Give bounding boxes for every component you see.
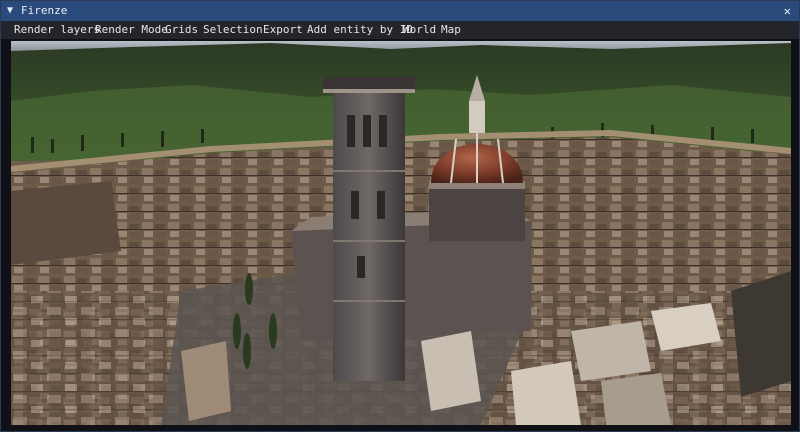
- menu-add-entity-by-id[interactable]: Add entity by ID: [307, 21, 413, 39]
- app-window: ▼ Firenze ✕ Render layers Render Mode Gr…: [0, 0, 800, 432]
- menu-bar: Render layers Render Mode Grids Selectio…: [1, 21, 799, 39]
- menu-map[interactable]: Map: [441, 21, 461, 39]
- menu-world[interactable]: World: [403, 21, 436, 39]
- menu-render-mode[interactable]: Render Mode: [95, 21, 168, 39]
- close-icon[interactable]: ✕: [784, 1, 791, 21]
- 3d-viewport[interactable]: [11, 41, 791, 425]
- title-bar[interactable]: ▼ Firenze ✕: [1, 1, 799, 21]
- city-scene-render: [11, 41, 791, 425]
- menu-export[interactable]: Export: [263, 21, 303, 39]
- window-title: Firenze: [21, 4, 68, 17]
- collapse-triangle-icon[interactable]: ▼: [7, 1, 13, 21]
- menu-selection[interactable]: Selection: [203, 21, 263, 39]
- menu-grids[interactable]: Grids: [165, 21, 198, 39]
- menu-render-layers[interactable]: Render layers: [14, 21, 100, 39]
